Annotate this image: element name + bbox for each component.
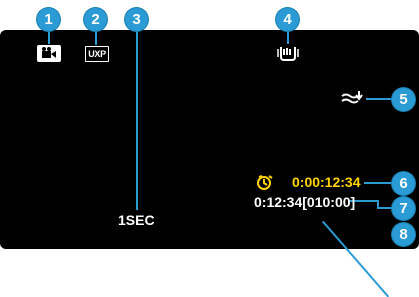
callout-7: 7: [392, 197, 415, 220]
callout-8: 8: [392, 223, 415, 246]
diagram: 1 2 3 4 5 6 7 8 UXP 1SEC 0:00:12:34 0:12…: [0, 0, 419, 297]
leader-6: [364, 182, 394, 184]
leader-4: [287, 30, 289, 44]
remaining-time: 0:12:34[010:00]: [254, 194, 356, 210]
wind-cut-icon: [340, 89, 364, 107]
leader-3: [136, 30, 138, 210]
callout-4: 4: [276, 8, 299, 31]
camera-screen: [0, 30, 419, 249]
callout-5: 5: [392, 88, 415, 111]
callout-6: 6: [392, 172, 415, 195]
image-stabilizer-icon: [276, 44, 300, 62]
callout-3: 3: [125, 8, 148, 31]
time-lapse-clock-icon: [256, 174, 274, 192]
time-lapse-interval: 1SEC: [118, 212, 155, 228]
leader-2: [95, 30, 97, 45]
video-mode-icon: [37, 45, 61, 62]
leader-1: [48, 30, 50, 44]
callout-2: 2: [84, 8, 107, 31]
callout-1: 1: [37, 8, 60, 31]
leader-5: [366, 98, 394, 100]
recording-counter: 0:00:12:34: [292, 174, 361, 190]
quality-badge: UXP: [85, 46, 109, 62]
